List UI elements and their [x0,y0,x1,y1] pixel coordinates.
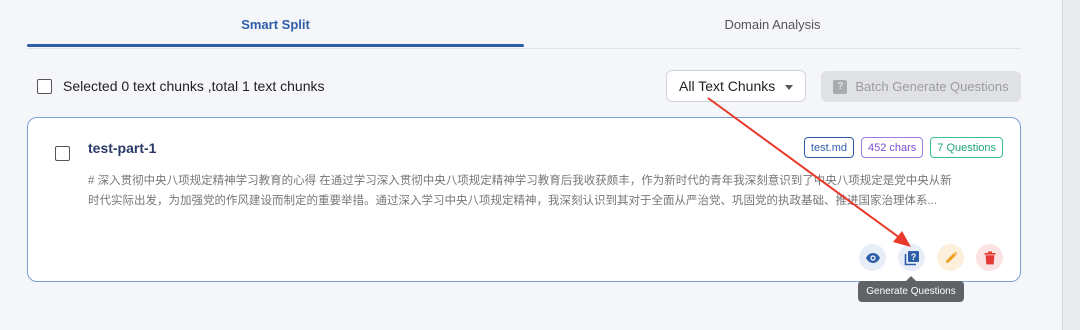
chunk-panel: Smart Split Domain Analysis Selected 0 t… [0,0,1062,330]
chunk-filter-select[interactable]: All Text Chunks [666,70,806,102]
batch-button-label: Batch Generate Questions [855,79,1009,94]
scrollbar[interactable] [1062,0,1080,330]
svg-text:?: ? [910,252,916,262]
chunk-tags: test.md 452 chars 7 Questions [803,137,1003,158]
chevron-down-icon [785,85,793,90]
generate-questions-icon: ? [904,250,919,265]
tab-domain-analysis[interactable]: Domain Analysis [524,0,1021,48]
chunk-preview: # 深入贯彻中央八项规定精神学习教育的心得 在通过学习深入贯彻中央八项规定精神学… [88,171,1008,211]
active-tab-indicator [27,44,524,47]
delete-button[interactable] [976,244,1003,271]
generate-questions-tooltip: Generate Questions [858,281,964,302]
batch-generate-questions-button[interactable]: ? Batch Generate Questions [821,71,1021,102]
chunk-preview-line: 时代实际出发，为加强党的作风建设而制定的重要举措。通过深入学习中央八项规定精神，… [88,195,938,207]
select-all-checkbox[interactable] [37,79,52,94]
chunk-title: test-part-1 [88,140,157,156]
selection-summary: Selected 0 text chunks ,total 1 text chu… [63,78,325,94]
questions-tag: 7 Questions [930,137,1003,158]
tab-bar: Smart Split Domain Analysis [27,0,1021,49]
chars-tag: 452 chars [860,137,924,158]
file-tag: test.md [803,137,854,158]
tab-smart-split[interactable]: Smart Split [27,0,524,48]
pencil-icon [945,251,957,263]
generate-questions-button[interactable]: ? [898,244,925,271]
chunk-checkbox[interactable] [55,146,70,161]
text-chunk-card[interactable]: test-part-1 test.md 452 chars 7 Question… [27,117,1021,282]
eye-icon [865,252,880,263]
edit-button[interactable] [937,244,964,271]
view-button[interactable] [859,244,886,271]
filter-select-value: All Text Chunks [679,78,776,94]
question-book-icon: ? [833,79,848,94]
chunk-actions: ? [859,244,1003,271]
trash-icon [984,251,995,264]
chunk-preview-line: # 深入贯彻中央八项规定精神学习教育的心得 在通过学习深入贯彻中央八项规定精神学… [88,175,952,187]
